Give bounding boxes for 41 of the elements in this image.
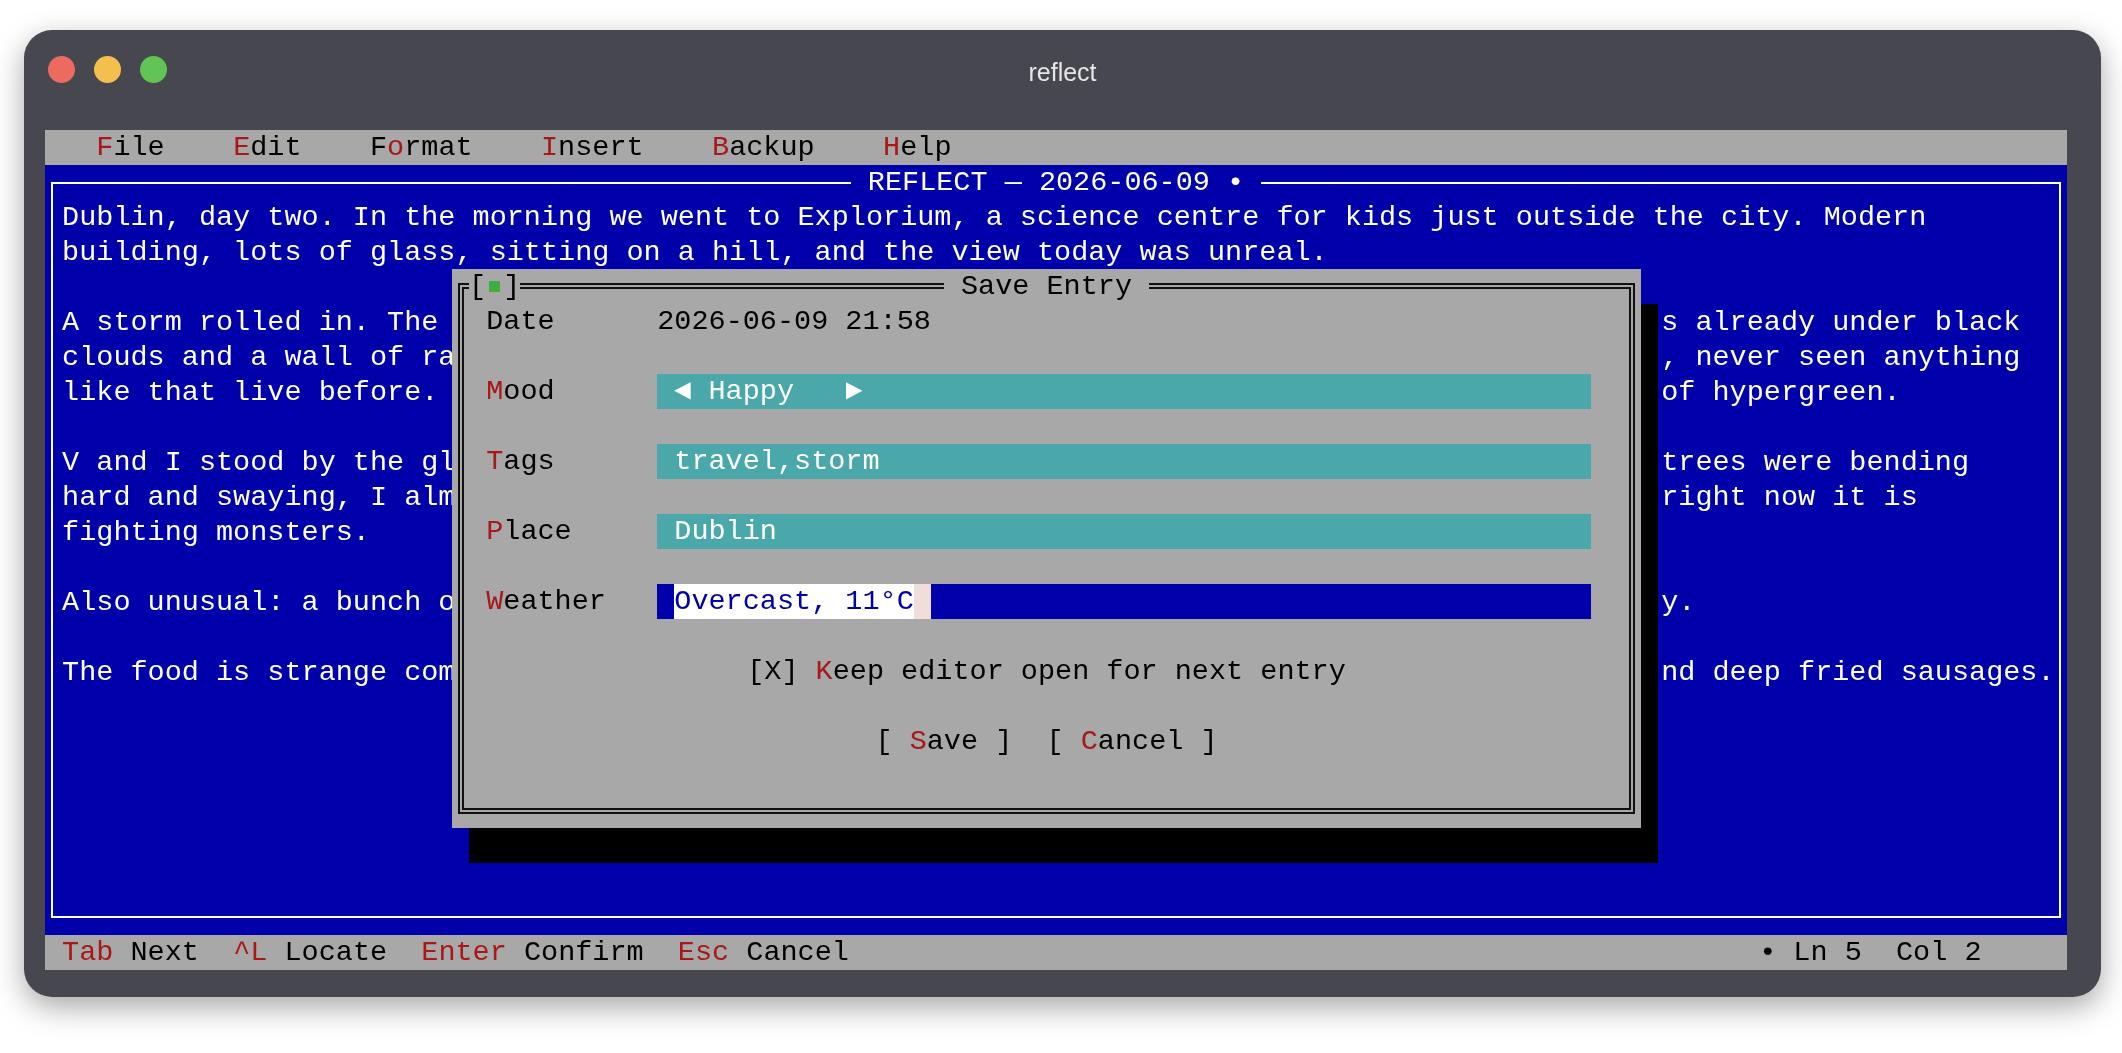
editor-text: trees were bending — [1661, 446, 1970, 479]
field-label: Mood — [486, 374, 556, 409]
shortcut-hint: ^L Locate — [233, 935, 388, 970]
shortcut-hint: Esc Cancel — [677, 935, 849, 970]
editor-text: like that live before. — [62, 376, 439, 409]
editor-text: V and I stood by the gl — [62, 446, 456, 479]
editor-text: clouds and a wall of ra — [62, 341, 456, 374]
square-icon — [489, 281, 501, 292]
editor-text: nd deep fried sausages. — [1661, 656, 2055, 689]
editor-text: building, lots of glass, sitting on a hill, and the view today was unreal. — [62, 236, 1328, 269]
editor-text: Dublin, day two. In the morning we went to Explorium, a science centre for kids just outside the city. Modern — [62, 201, 1927, 234]
shortcut-hint: Enter Confirm — [421, 935, 644, 970]
editor-text: s already under black — [1661, 306, 2021, 339]
menu-item[interactable]: Backup — [677, 130, 849, 165]
checkbox-label: Keep editor open for next entry — [815, 654, 1346, 690]
zoom-window-button[interactable] — [140, 56, 167, 83]
editor-text: y. — [1661, 586, 1696, 619]
cursor-position: • Ln 5 Col 2 — [1759, 935, 1982, 970]
field-label: Date — [486, 304, 556, 339]
save-button[interactable]: [ Save ] — [875, 724, 1013, 759]
menu-item[interactable]: Format — [335, 130, 507, 165]
close-window-button[interactable] — [48, 56, 75, 83]
minimize-window-button[interactable] — [94, 56, 121, 83]
window-title: reflect — [1028, 58, 1097, 86]
cancel-button[interactable]: [ Cancel ] — [1046, 724, 1218, 759]
shortcut-hint: Tab Next — [62, 935, 199, 970]
menu-item[interactable]: File — [62, 130, 199, 165]
text-field[interactable]: Overcast, 11°C — [657, 584, 1592, 619]
editor-text: A storm rolled in. The — [62, 306, 439, 339]
field-label: Place — [486, 514, 573, 549]
menu-item[interactable]: Help — [848, 130, 986, 165]
editor-text: right now it is — [1661, 481, 1918, 514]
menu-item[interactable]: Insert — [506, 130, 678, 165]
field-label: Weather — [486, 584, 607, 619]
editor-text: of hypergreen. — [1661, 376, 1901, 409]
date-value: 2026-06-09 21:58 — [657, 304, 931, 339]
editor-text: fighting monsters. — [62, 516, 370, 549]
field-label: Tags — [486, 444, 556, 479]
menu-item[interactable]: Edit — [198, 130, 336, 165]
checkbox[interactable]: [X] — [747, 654, 799, 724]
editor-text: , never seen anything — [1661, 341, 2021, 374]
